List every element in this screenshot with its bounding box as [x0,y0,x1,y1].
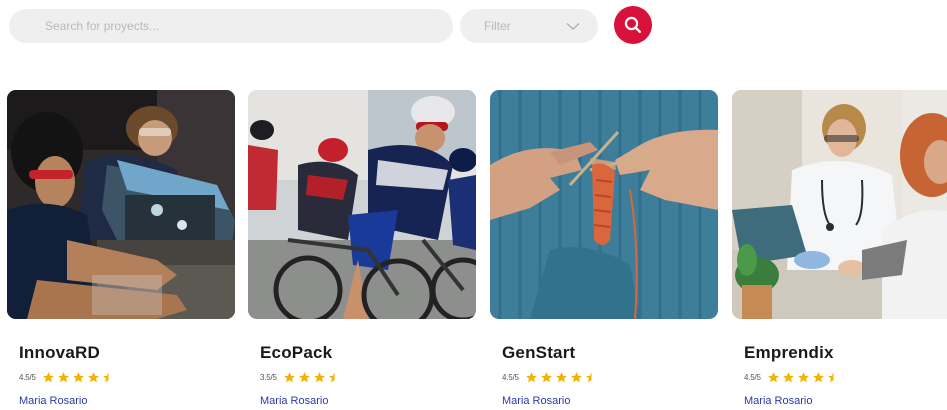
half-star-icon [328,371,335,382]
projects-page: Filter [0,0,947,410]
star-icon [570,371,582,382]
half-star-icon [102,371,109,382]
search-field[interactable] [9,9,453,43]
doctor-patient-photo[interactable] [732,90,947,319]
chevron-down-icon [566,21,580,31]
star-icon [42,371,54,382]
search-icon [623,15,643,35]
knitting-hands-photo[interactable] [490,90,718,319]
rating-stars [525,371,600,384]
half-star-icon [827,371,834,382]
star-icon [797,371,809,382]
star-icon [812,371,824,382]
star-icon [525,371,537,382]
search-input[interactable] [43,18,427,34]
star-icon [283,371,295,382]
half-star-icon [585,371,592,382]
rating-stars [767,371,842,384]
project-card[interactable]: Emprendix 4.5/5 Maria Rosario [732,90,947,410]
project-card[interactable]: GenStart 4.5/5 Maria Rosario [490,90,718,410]
project-title[interactable]: Emprendix [744,343,834,363]
project-author[interactable]: Maria Rosario [744,395,812,407]
rating-value: 4.5/5 [744,372,761,382]
project-author[interactable]: Maria Rosario [19,395,87,407]
project-rating: 3.5/5 [260,369,343,385]
star-icon [298,371,310,382]
rating-value: 3.5/5 [260,372,277,382]
star-icon [782,371,794,382]
filter-dropdown[interactable]: Filter [460,9,598,43]
rating-value: 4.5/5 [19,372,36,382]
cyclists-race-photo[interactable] [248,90,476,319]
project-title[interactable]: EcoPack [260,343,332,363]
rating-stars [283,371,343,384]
star-icon [767,371,779,382]
project-grid: InnovaRD 4.5/5 Maria Rosario EcoPack 3.5… [0,90,947,410]
project-author[interactable]: Maria Rosario [260,395,328,407]
rating-value: 4.5/5 [502,372,519,382]
project-title[interactable]: InnovaRD [19,343,100,363]
search-button[interactable] [614,6,652,44]
project-rating: 4.5/5 [744,369,842,385]
star-icon [313,371,325,382]
robotics-students-photo[interactable] [7,90,235,319]
search-bar: Filter [0,0,947,60]
project-rating: 4.5/5 [19,369,117,385]
star-icon [555,371,567,382]
project-author[interactable]: Maria Rosario [502,395,570,407]
project-card[interactable]: EcoPack 3.5/5 Maria Rosario [248,90,476,410]
project-card[interactable]: InnovaRD 4.5/5 Maria Rosario [7,90,235,410]
star-icon [57,371,69,382]
star-icon [72,371,84,382]
project-title[interactable]: GenStart [502,343,575,363]
rating-stars [42,371,117,384]
filter-label: Filter [484,19,511,33]
star-icon [87,371,99,382]
project-rating: 4.5/5 [502,369,600,385]
star-icon [540,371,552,382]
